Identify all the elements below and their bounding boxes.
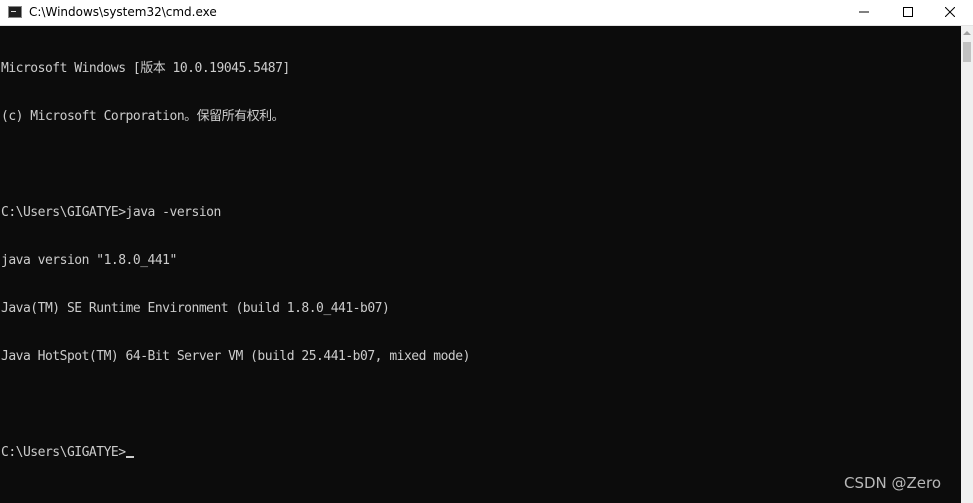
title-bar[interactable]: C:\Windows\system32\cmd.exe xyxy=(0,0,973,26)
scroll-thumb[interactable] xyxy=(963,42,971,62)
scroll-up-arrow-icon[interactable] xyxy=(963,31,971,35)
console-line: C:\Users\GIGATYE>java -version xyxy=(1,205,221,220)
maximize-button[interactable] xyxy=(885,0,931,25)
close-icon xyxy=(945,7,955,17)
watermark: CSDN @Zero xyxy=(844,474,942,492)
console-line: java version "1.8.0_441" xyxy=(1,253,177,268)
console-line: Microsoft Windows [版本 10.0.19045.5487] xyxy=(1,61,290,76)
prompt-line[interactable]: C:\Users\GIGATYE> xyxy=(1,445,470,461)
prompt-text: C:\Users\GIGATYE> xyxy=(1,445,126,460)
minimize-icon xyxy=(859,11,869,13)
window-title: C:\Windows\system32\cmd.exe xyxy=(29,5,217,19)
console-line: (c) Microsoft Corporation。保留所有权利。 xyxy=(1,109,285,124)
maximize-icon xyxy=(903,7,913,17)
console-area[interactable]: Microsoft Windows [版本 10.0.19045.5487] (… xyxy=(0,26,961,503)
console-line: Java HotSpot(TM) 64-Bit Server VM (build… xyxy=(1,349,470,364)
console-output: Microsoft Windows [版本 10.0.19045.5487] (… xyxy=(1,29,470,493)
cmd-icon xyxy=(8,6,22,18)
cmd-window: C:\Windows\system32\cmd.exe Microsoft Wi… xyxy=(0,0,973,503)
vertical-scrollbar[interactable] xyxy=(961,26,973,503)
console-line: Java(TM) SE Runtime Environment (build 1… xyxy=(1,301,390,316)
text-cursor xyxy=(125,456,134,458)
minimize-button[interactable] xyxy=(841,0,887,25)
close-button[interactable] xyxy=(927,0,973,25)
